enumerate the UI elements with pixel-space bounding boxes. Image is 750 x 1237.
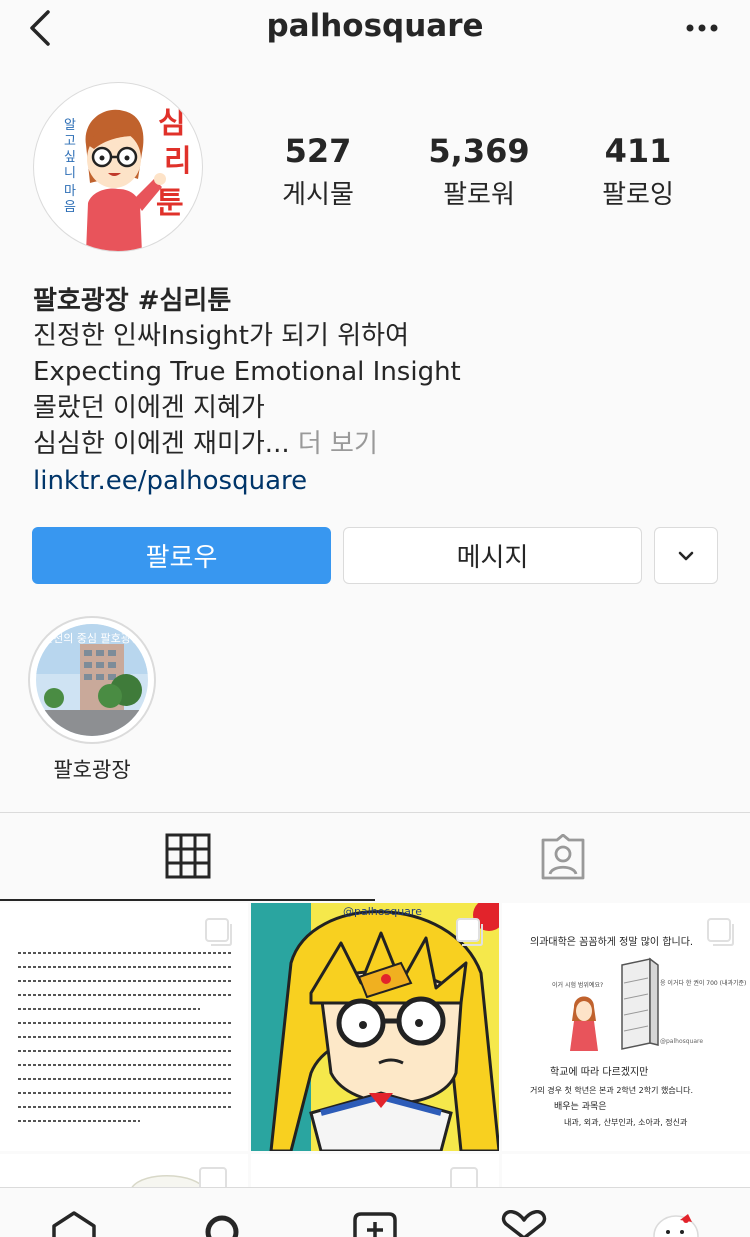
home-icon[interactable]	[48, 1210, 100, 1237]
profile-display-name: 팔호광장 #심리툰	[33, 286, 232, 316]
search-icon[interactable]	[196, 1210, 248, 1237]
more-horizontal-icon[interactable]	[682, 14, 722, 42]
comic-line: 학교에 따라 다르겠지만	[550, 1066, 648, 1078]
profile-avatar-icon[interactable]	[650, 1210, 702, 1237]
bottom-navigation	[0, 1187, 750, 1237]
highlight-overlay-text: 춘천의 중심 팔호광장	[43, 631, 141, 645]
stat-followers[interactable]: 5,369 팔로워	[420, 132, 538, 211]
grid-icon	[165, 833, 210, 879]
stat-posts[interactable]: 527 게시물	[270, 132, 366, 211]
post-thumbnail[interactable]	[0, 903, 248, 1151]
avatar-title-text: 심리툰	[156, 106, 192, 221]
highlight-label: 팔호광장	[53, 758, 131, 782]
comic-watermark: @palhosquare	[660, 1038, 703, 1045]
chevron-down-icon	[678, 551, 694, 560]
following-label: 팔로잉	[602, 180, 674, 210]
story-highlight[interactable]: 춘천의 중심 팔호광장 팔호광장	[28, 616, 156, 784]
bio-website-link[interactable]: linktr.ee/palhosquare	[33, 463, 723, 499]
comic-bubble-left: 이거 시험 범위예요?	[552, 981, 603, 989]
follow-button[interactable]: 팔로우	[32, 527, 331, 584]
comic-bubble-right: 응 이거다 한 권이 700 (내과기준)	[660, 979, 746, 987]
multiple-photos-icon	[707, 918, 734, 946]
profile-username: palhosquare	[266, 8, 484, 44]
bio-line: Expecting True Emotional Insight	[33, 357, 461, 387]
tab-tagged[interactable]	[375, 813, 750, 901]
followers-count: 5,369	[428, 132, 530, 170]
heart-icon[interactable]	[498, 1210, 550, 1237]
followers-label: 팔로워	[443, 180, 515, 210]
multiple-photos-icon	[205, 918, 232, 946]
bio-more-link[interactable]: 더 보기	[298, 429, 378, 459]
comic-line: 배우는 과목은	[554, 1101, 607, 1112]
multiple-photos-icon	[456, 918, 483, 946]
plus-square-icon[interactable]	[349, 1210, 401, 1237]
post-thumbnail[interactable]: @palhosquare	[251, 903, 499, 1151]
message-button[interactable]: 메시지	[343, 527, 642, 584]
highlight-ring: 춘천의 중심 팔호광장	[28, 616, 156, 744]
comic-line: 거의 경우 첫 학년은 본과 2학년 2학기 했습니다.	[530, 1085, 693, 1095]
bio-line: 몰랐던 이에겐 지혜가	[33, 393, 265, 423]
following-count: 411	[604, 132, 672, 170]
post-thumbnail[interactable]: 의과대학은 꼼꼼하게 정말 많이 합니다. 이거 시험 범위예요? 응 이거다 …	[502, 903, 750, 1151]
suggested-dropdown-button[interactable]	[654, 527, 718, 584]
posts-label: 게시물	[282, 180, 354, 210]
post-watermark-text: @palhosquare	[343, 905, 422, 918]
bio-line: 진정한 인싸Insight가 되기 위하여	[33, 321, 410, 351]
psychotoon-avatar-icon: 알고싶니마음 심리툰	[64, 106, 192, 251]
bio-line-text: 심심한 이에겐 재미가...	[33, 429, 290, 459]
posts-count: 527	[284, 132, 352, 170]
tab-grid[interactable]	[0, 813, 375, 901]
avatar-small-text: 알고싶니마음	[64, 118, 76, 215]
profile-bio: 팔호광장 #심리툰 진정한 인싸Insight가 되기 위하여 Expectin…	[33, 284, 723, 499]
highlight-cover-image: 춘천의 중심 팔호광장	[36, 624, 148, 736]
comic-line: 내과, 외과, 산부인과, 소아과, 정신과	[564, 1117, 688, 1127]
bio-line-last: 심심한 이에겐 재미가... 더 보기	[33, 426, 723, 462]
top-bar: palhosquare	[0, 0, 750, 56]
tagged-person-icon	[541, 834, 584, 880]
comic-heading: 의과대학은 꼼꼼하게 정말 많이 합니다.	[530, 935, 693, 948]
stat-following[interactable]: 411 팔로잉	[592, 132, 684, 211]
avatar[interactable]: 알고싶니마음 심리툰	[33, 82, 203, 252]
